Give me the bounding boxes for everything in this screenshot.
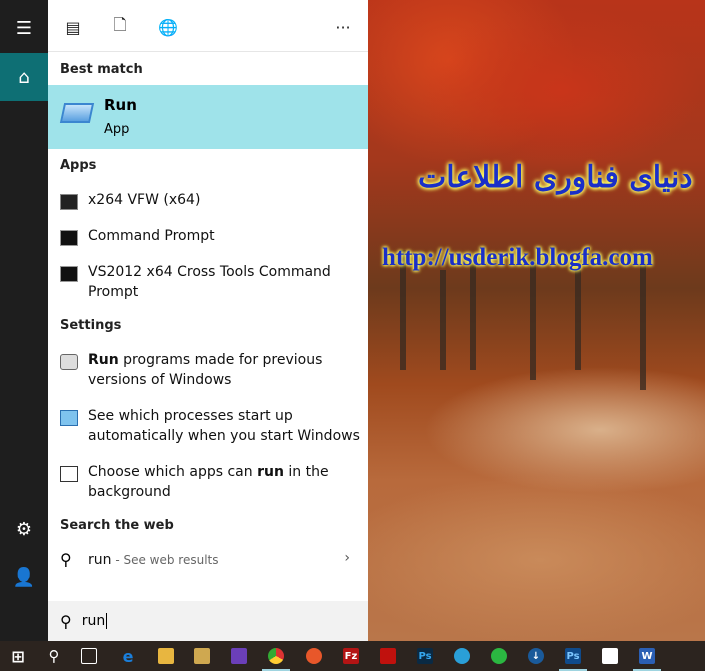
- firefox-icon[interactable]: [306, 648, 322, 664]
- settings-item[interactable]: See which processes start up automaticall…: [48, 406, 368, 446]
- chrome-icon[interactable]: [268, 648, 284, 664]
- mail-icon[interactable]: [602, 648, 618, 664]
- web-filter-icon[interactable]: 🌐: [157, 16, 179, 38]
- setting-label: versions of Windows: [88, 372, 232, 388]
- taskbar: ⊞ ⚲ e Fz Ps ↓ Ps W: [0, 641, 705, 671]
- search-icon: ⚲: [60, 550, 72, 569]
- settings-icon[interactable]: ⚙: [0, 505, 48, 553]
- web-search-result[interactable]: ⚲ run - See web results ›: [48, 550, 368, 570]
- photoshop-2-icon[interactable]: Ps: [565, 648, 581, 664]
- setting-label: programs made for previous: [118, 352, 323, 368]
- more-options-button[interactable]: ···: [332, 16, 354, 38]
- chevron-right-icon[interactable]: ›: [344, 550, 350, 566]
- x264-icon: [60, 194, 78, 210]
- setting-label: in the: [283, 464, 329, 480]
- setting-label: automatically when you start Windows: [88, 428, 360, 444]
- command-prompt-icon: [60, 266, 78, 282]
- visual-studio-icon[interactable]: [231, 648, 247, 664]
- app-label: x264 VFW (x64): [88, 192, 201, 208]
- toolbar: ▤ 🗋 🌐 ···: [48, 0, 368, 52]
- user-icon[interactable]: 👤: [0, 553, 48, 601]
- app-item[interactable]: VS2012 x64 Cross Tools Command Prompt: [48, 262, 368, 302]
- file-explorer-icon[interactable]: [158, 648, 174, 664]
- search-icon[interactable]: ⚲: [46, 647, 62, 665]
- run-app-icon: [59, 103, 95, 123]
- activity-chart-icon: [60, 466, 78, 482]
- apps-header: Apps: [60, 158, 97, 173]
- setting-label: Choose which apps can: [88, 464, 258, 480]
- search-input[interactable]: run: [82, 613, 108, 629]
- best-match-header: Best match: [60, 62, 143, 77]
- settings-item[interactable]: Run programs made for previous versions o…: [48, 350, 368, 390]
- app-label: VS2012 x64 Cross Tools Command: [88, 264, 331, 280]
- best-match-title: Run: [104, 96, 137, 114]
- edge-icon[interactable]: e: [120, 647, 136, 666]
- documents-filter-icon[interactable]: 🗋: [109, 15, 131, 38]
- web-suffix: - See web results: [111, 553, 219, 567]
- filezilla-icon[interactable]: Fz: [343, 648, 359, 664]
- task-view-icon[interactable]: [81, 648, 97, 664]
- command-prompt-icon: [60, 230, 78, 246]
- acrobat-icon[interactable]: [380, 648, 396, 664]
- wallpaper-title: دنیای فناوری اطلاعات: [418, 160, 693, 195]
- settings-header: Settings: [60, 318, 122, 333]
- start-rail: ☰ ⌂ ⚙ 👤: [0, 0, 48, 641]
- setting-label: background: [88, 484, 171, 500]
- search-icon: ⚲: [60, 611, 72, 631]
- search-box[interactable]: ⚲ run: [48, 601, 368, 641]
- home-icon[interactable]: ⌂: [0, 53, 48, 101]
- settings-item[interactable]: Choose which apps can run in the backgrou…: [48, 462, 368, 502]
- app-item[interactable]: x264 VFW (x64): [48, 190, 368, 210]
- bold-term: run: [257, 464, 284, 480]
- snipping-tool-icon[interactable]: [194, 648, 210, 664]
- setting-label: See which processes start up: [88, 408, 293, 424]
- telegram-icon[interactable]: [454, 648, 470, 664]
- best-match-subtitle: App: [104, 122, 130, 137]
- wallpaper-url: http://usderik.blogfa.com: [382, 244, 653, 271]
- start-icon[interactable]: ⊞: [10, 647, 26, 666]
- app-label: Prompt: [88, 284, 139, 300]
- bold-term: Run: [88, 352, 119, 368]
- apps-filter-icon[interactable]: ▤: [62, 16, 84, 38]
- monitor-icon: [60, 410, 78, 426]
- compatibility-icon: [60, 354, 78, 370]
- word-icon[interactable]: W: [639, 648, 655, 664]
- web-query: run: [88, 552, 112, 568]
- best-match-run[interactable]: Run App: [48, 85, 368, 149]
- app-label: Command Prompt: [88, 228, 215, 244]
- download-manager-icon[interactable]: ↓: [528, 648, 544, 664]
- search-results-panel: ▤ 🗋 🌐 ··· Best match Run App Apps x264 V…: [48, 0, 368, 641]
- photoshop-icon[interactable]: Ps: [417, 648, 433, 664]
- app-item[interactable]: Command Prompt: [48, 226, 368, 246]
- hamburger-menu-icon[interactable]: ☰: [0, 4, 48, 52]
- search-web-header: Search the web: [60, 518, 174, 533]
- whatsapp-icon[interactable]: [491, 648, 507, 664]
